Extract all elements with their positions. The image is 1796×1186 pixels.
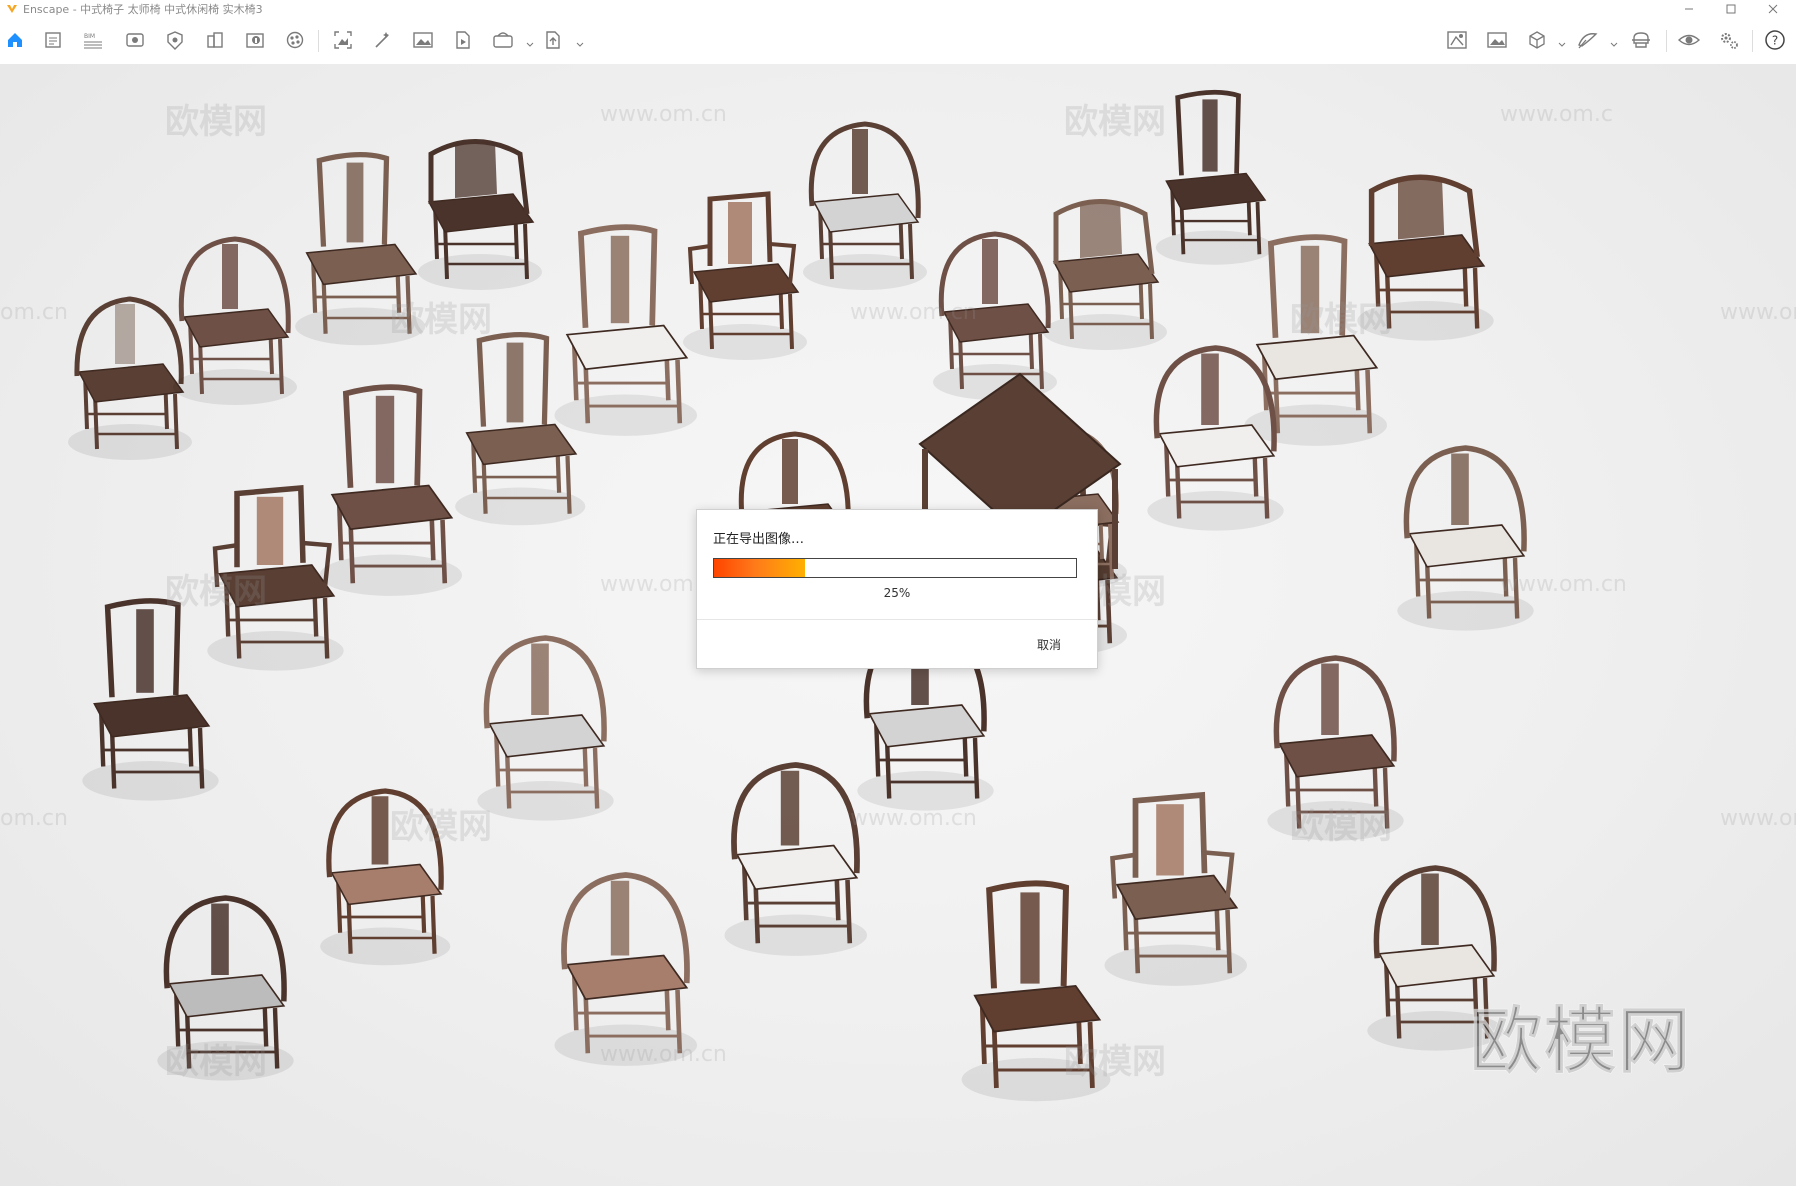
chair-model (933, 231, 1057, 400)
toolbar-divider (318, 30, 319, 52)
cube-icon[interactable] (1524, 27, 1550, 53)
chair-model (295, 152, 426, 346)
visibility-icon[interactable] (1676, 27, 1702, 53)
vr-headset-icon[interactable] (1628, 27, 1654, 53)
asset-library-icon[interactable] (162, 27, 188, 53)
chair-model (320, 788, 451, 966)
enscape-logo-icon (7, 5, 17, 13)
chair-model (477, 635, 614, 821)
corner-brand-watermark: 欧模网 (1469, 999, 1693, 1084)
dialog-divider (697, 619, 1097, 620)
chair-model (68, 296, 192, 460)
upload-dropdown-chevron-icon[interactable] (575, 35, 585, 47)
toolbar-divider-help (1752, 30, 1753, 52)
svg-text:?: ? (1772, 34, 1778, 48)
chair-model (1147, 345, 1284, 531)
chair-model (157, 895, 294, 1081)
title-bar: Enscape - 中式椅子 太师椅 中式休闲椅 实木椅3 (0, 0, 1796, 18)
upload-icon[interactable] (540, 27, 566, 53)
home-icon[interactable] (2, 27, 28, 53)
settings-icon[interactable] (1716, 27, 1742, 53)
toolbar-divider-right (1666, 30, 1667, 52)
chair-model (418, 139, 542, 290)
video-icon[interactable] (450, 27, 476, 53)
chair-model (803, 121, 927, 290)
visual-settings-icon[interactable] (122, 27, 148, 53)
chair-model (961, 880, 1111, 1102)
close-icon[interactable] (1756, 0, 1790, 18)
building-icon[interactable] (202, 27, 228, 53)
chair-model (554, 872, 698, 1066)
chair-model (1104, 791, 1248, 986)
window-title: Enscape - 中式椅子 太师椅 中式休闲椅 实木椅3 (23, 3, 263, 16)
screenshot-icon[interactable] (330, 27, 356, 53)
chair-model (1043, 199, 1167, 350)
material-editor-icon[interactable] (1574, 27, 1600, 53)
dialog-title: 正在导出图像… (713, 532, 805, 547)
chair-model (82, 598, 219, 801)
maximize-icon[interactable] (1714, 0, 1748, 18)
export-progress-dialog: 正在导出图像… 25% 取消 (696, 509, 1098, 669)
image-icon[interactable] (1484, 27, 1510, 53)
export-dropdown-chevron-icon[interactable] (525, 35, 535, 47)
chair-model (319, 384, 463, 596)
help-icon[interactable]: ? (1762, 27, 1788, 53)
progress-bar (713, 558, 1077, 578)
toolbar: BIM ? (0, 18, 1796, 72)
chair-model (1397, 445, 1534, 631)
minimize-icon[interactable] (1672, 0, 1706, 18)
batch-render-icon[interactable] (370, 27, 396, 53)
material-icon[interactable] (282, 27, 308, 53)
material-dropdown-chevron-icon[interactable] (1609, 35, 1619, 47)
cancel-button[interactable]: 取消 (1021, 633, 1077, 655)
progress-bar-fill (714, 559, 805, 577)
chair-model (554, 224, 698, 436)
cube-dropdown-chevron-icon[interactable] (1557, 35, 1567, 47)
info-icon[interactable] (242, 27, 268, 53)
export-icon[interactable] (490, 27, 516, 53)
chair-model (724, 762, 868, 956)
chair-model (1357, 174, 1494, 341)
chair-model (455, 332, 586, 526)
chair-model (1267, 655, 1404, 841)
views-icon[interactable] (40, 27, 66, 53)
panorama-icon[interactable] (410, 27, 436, 53)
bim-icon[interactable]: BIM (80, 27, 106, 53)
chair-model (1244, 234, 1388, 446)
chair-model (683, 191, 807, 360)
svg-text:BIM: BIM (84, 33, 95, 40)
map-icon[interactable] (1444, 27, 1470, 53)
progress-percent: 25% (883, 586, 911, 600)
chair-model (1155, 89, 1274, 265)
chair-model (173, 236, 297, 405)
